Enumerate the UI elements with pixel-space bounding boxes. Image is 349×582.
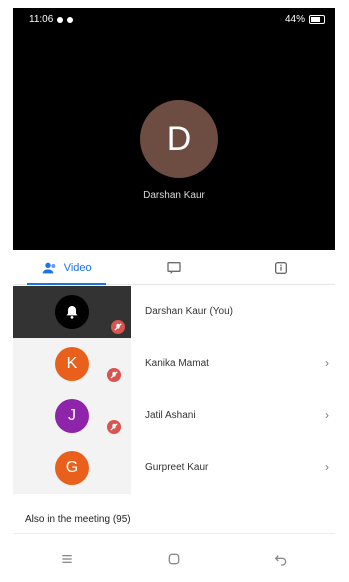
participant-avatar: G [55,451,89,485]
participant-avatar: J [55,399,89,433]
battery-icon [309,15,325,24]
notification-icon [67,16,74,23]
bell-icon [66,306,78,319]
participant-tabbar: Video [13,252,335,285]
participant-initial: G [65,459,79,476]
info-icon [275,262,288,274]
mic-off-icon [111,320,125,334]
participant-row[interactable]: J Jatil Ashani › [13,390,335,442]
main-video-area[interactable]: 11:06 44% D Darshan Kaur [13,8,335,250]
more-options-button[interactable]: › [325,408,329,422]
menu-icon [61,555,72,563]
also-in-meeting-header[interactable]: Also in the meeting (95) [13,506,335,534]
participant-avatar: K [55,347,89,381]
participant-list: Darshan Kaur (You) K Kanika Mamat › J Ja… [13,286,335,494]
status-time: 11:06 [29,14,54,25]
participant-thumb: G [13,442,131,494]
recent-apps-button[interactable] [57,549,77,569]
notification-icon [57,16,64,23]
back-icon [275,555,287,566]
people-icon [42,262,56,274]
tab-chat[interactable] [120,252,227,284]
tab-video[interactable]: Video [13,252,120,285]
speaker-initial: D [166,119,192,158]
speaker-name: Darshan Kaur [143,190,205,201]
participant-row[interactable]: Darshan Kaur (You) [13,286,335,338]
participant-name: Darshan Kaur (You) [145,306,234,317]
participant-row[interactable]: K Kanika Mamat › [13,338,335,390]
android-navbar [13,544,335,574]
speaker-avatar: D [140,100,218,178]
home-icon [168,553,180,565]
battery-percent: 44% [284,14,305,25]
more-options-button[interactable]: › [325,356,329,370]
tab-video-label: Video [63,262,92,274]
participant-row[interactable]: G Gurpreet Kaur › [13,442,335,494]
tab-info[interactable] [228,252,335,284]
also-in-meeting-label: Also in the meeting (95) [25,514,131,525]
participant-thumb: K [13,338,131,390]
participant-thumb: J [13,390,131,442]
participant-initial: K [66,355,78,372]
chat-icon [167,262,181,274]
participant-thumb [13,286,131,338]
back-button[interactable] [271,549,291,569]
mic-off-icon [107,368,121,382]
participant-name: Gurpreet Kaur [145,462,209,473]
status-left: 11:06 [29,14,74,25]
participant-name: Kanika Mamat [145,358,209,369]
home-button[interactable] [164,549,184,569]
status-bar: 11:06 44% [13,8,335,30]
participant-name: Jatil Ashani [145,410,196,421]
mic-off-icon [107,420,121,434]
participant-initial: J [68,407,76,424]
status-right: 44% [285,14,325,25]
participant-avatar [55,295,89,329]
more-options-button[interactable]: › [325,460,329,474]
